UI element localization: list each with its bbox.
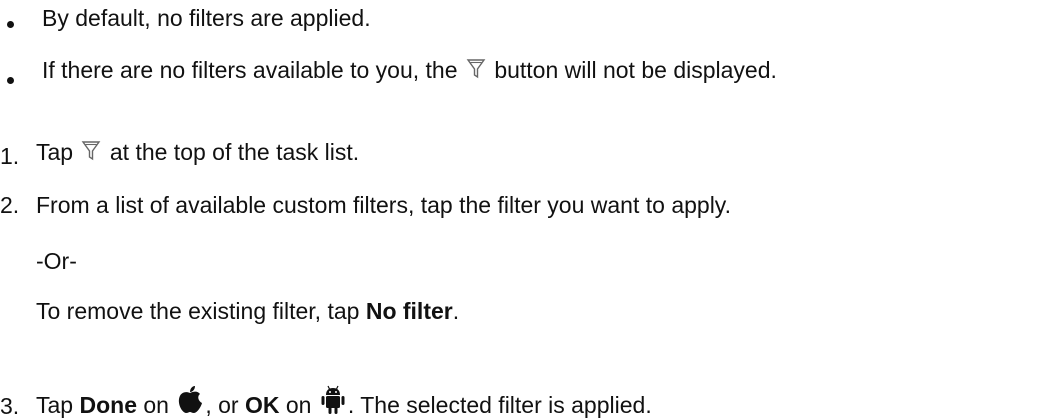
- no-filter-label: No filter: [365, 298, 453, 324]
- remove-filter-line: To remove the existing filter, tap No fi…: [36, 297, 459, 325]
- step-text: From a list of available custom filters,…: [36, 192, 731, 218]
- step-text: at the top of the task list.: [109, 139, 360, 165]
- step-text: . The selected filter is applied.: [347, 392, 652, 418]
- filter-funnel-icon: [466, 59, 486, 79]
- remove-text-end: .: [452, 298, 460, 324]
- step-text: on: [285, 392, 312, 418]
- step-number: 1.: [0, 143, 20, 169]
- step-item: From a list of available custom filters,…: [36, 191, 731, 219]
- step-text: Tap: [36, 392, 74, 418]
- bullet-item: By default, no filters are applied.: [42, 4, 371, 32]
- bullet-dot: [7, 77, 14, 84]
- android-logo-icon: [321, 385, 345, 414]
- step-number: 3.: [0, 393, 20, 419]
- bullet-text: If there are no filters available to you…: [42, 57, 458, 83]
- bullet-item: If there are no filters available to you…: [42, 56, 777, 84]
- bullet-text: By default, no filters are applied.: [42, 5, 371, 31]
- filter-funnel-icon: [82, 141, 101, 161]
- step-text: on: [143, 392, 169, 418]
- bullet-dot: [7, 21, 14, 28]
- bullet-text: button will not be displayed.: [494, 57, 777, 83]
- step-text: Tap: [36, 139, 74, 165]
- remove-text: To remove the existing filter, tap: [36, 298, 360, 324]
- step-number: 2.: [0, 192, 20, 218]
- apple-logo-icon: [179, 386, 203, 413]
- step-item: Tap at the top of the task list.: [36, 138, 359, 166]
- or-separator: -Or-: [36, 248, 77, 274]
- ok-label: OK: [244, 392, 280, 418]
- step-item: Tap Done on , or OK on . The selected fi…: [36, 385, 652, 419]
- done-label: Done: [79, 392, 137, 418]
- step-text: , or: [205, 392, 239, 418]
